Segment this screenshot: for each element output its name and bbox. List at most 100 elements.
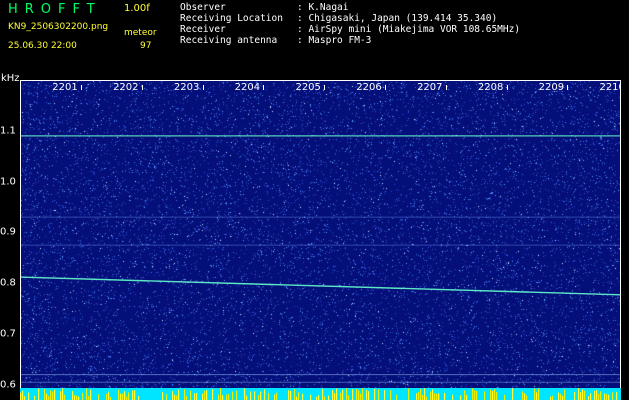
- level-bar: [378, 389, 380, 400]
- level-bar: [332, 389, 334, 400]
- level-bar: [24, 396, 26, 400]
- level-bar: [190, 390, 192, 400]
- level-bar: [162, 391, 164, 400]
- frequency-label: 0.7: [0, 328, 16, 340]
- level-bar: [258, 395, 260, 400]
- level-bar: [226, 394, 228, 400]
- time-tick: [324, 85, 326, 90]
- level-bar: [228, 393, 230, 400]
- level-bar: [318, 395, 320, 400]
- level-bar: [206, 390, 208, 400]
- level-bar: [436, 393, 438, 400]
- level-bar: [362, 388, 364, 400]
- level-bar: [166, 394, 168, 400]
- level-bar: [526, 395, 528, 400]
- level-bar: [538, 388, 540, 400]
- level-bar: [342, 389, 344, 400]
- level-bar: [288, 390, 290, 400]
- level-bar: [74, 395, 76, 400]
- level-bar: [494, 389, 496, 400]
- level-bar: [444, 392, 446, 400]
- level-bar: [76, 395, 78, 400]
- level-bar: [504, 394, 506, 400]
- level-bar: [424, 388, 426, 400]
- mode-label: meteor: [124, 28, 157, 38]
- station-info: Observer: K.Nagai Receiving Location: Ch…: [180, 2, 520, 46]
- level-bar: [368, 391, 370, 400]
- level-bar: [290, 390, 292, 400]
- level-bar: [564, 389, 566, 400]
- level-bar: [50, 390, 52, 400]
- level-bar: [44, 388, 46, 400]
- level-bar: [222, 395, 224, 400]
- level-bar: [484, 391, 486, 400]
- level-bar: [578, 388, 580, 400]
- level-bar: [48, 396, 50, 400]
- version-label: 1.00f: [124, 3, 150, 14]
- time-tick: [385, 85, 386, 90]
- level-bar: [604, 393, 606, 400]
- level-bar: [422, 394, 424, 400]
- level-bar: [588, 396, 590, 400]
- level-bar: [496, 392, 498, 400]
- time-label: 2206: [356, 82, 382, 93]
- info-row-antenna: Receiving antenna: Maspro FM-3: [180, 35, 372, 46]
- level-bar: [474, 390, 476, 400]
- level-bar: [464, 390, 466, 400]
- level-bar: [466, 394, 468, 400]
- level-bar: [434, 393, 436, 400]
- level-bar: [184, 389, 186, 400]
- level-bar: [60, 391, 62, 400]
- level-bars: [20, 388, 618, 400]
- level-bar: [236, 390, 238, 400]
- level-bar: [122, 393, 124, 400]
- time-label: 2201: [52, 82, 78, 93]
- level-bar: [420, 389, 422, 400]
- level-bar: [264, 389, 266, 400]
- level-bar: [232, 391, 234, 400]
- level-bar: [492, 391, 494, 400]
- level-bar: [126, 396, 128, 400]
- level-bar: [418, 391, 420, 400]
- level-bar: [346, 388, 348, 400]
- level-bar: [616, 391, 618, 400]
- time-label: 2205: [295, 82, 321, 93]
- level-bar: [438, 393, 440, 400]
- level-bar: [298, 392, 300, 400]
- level-bar: [134, 390, 136, 400]
- level-bar: [582, 389, 584, 400]
- time-label: 2210: [599, 82, 621, 93]
- level-bar: [46, 393, 48, 400]
- level-bar: [106, 393, 108, 400]
- level-bar: [218, 394, 220, 400]
- level-bar: [212, 389, 214, 400]
- time-label: 2203: [173, 82, 200, 93]
- level-bar: [132, 390, 134, 400]
- level-bar: [558, 392, 560, 400]
- level-bar: [220, 388, 222, 400]
- level-bar: [274, 394, 276, 400]
- level-bar: [562, 395, 564, 400]
- level-bar: [574, 392, 576, 400]
- level-bar: [72, 390, 74, 400]
- level-bar: [612, 392, 614, 400]
- level-bar: [432, 389, 434, 400]
- level-bar: [120, 393, 122, 400]
- level-bar: [594, 390, 596, 400]
- level-bar: [138, 396, 140, 400]
- level-bar: [34, 395, 36, 400]
- level-bar: [276, 392, 278, 400]
- level-bar: [584, 390, 586, 400]
- level-bar: [460, 395, 462, 400]
- frequency-label: 0.8: [0, 277, 16, 289]
- level-bar: [536, 392, 538, 400]
- time-tick: [263, 85, 265, 90]
- time-tick: [81, 85, 82, 90]
- level-bar: [64, 394, 66, 400]
- level-bar: [596, 389, 598, 400]
- header: HROFFT 1.00f KN9_2506302200.png meteor 2…: [0, 0, 629, 80]
- level-bar: [600, 391, 602, 400]
- filename-label: KN9_2506302200.png: [8, 22, 109, 32]
- level-bar: [90, 389, 92, 400]
- level-bar: [174, 394, 176, 400]
